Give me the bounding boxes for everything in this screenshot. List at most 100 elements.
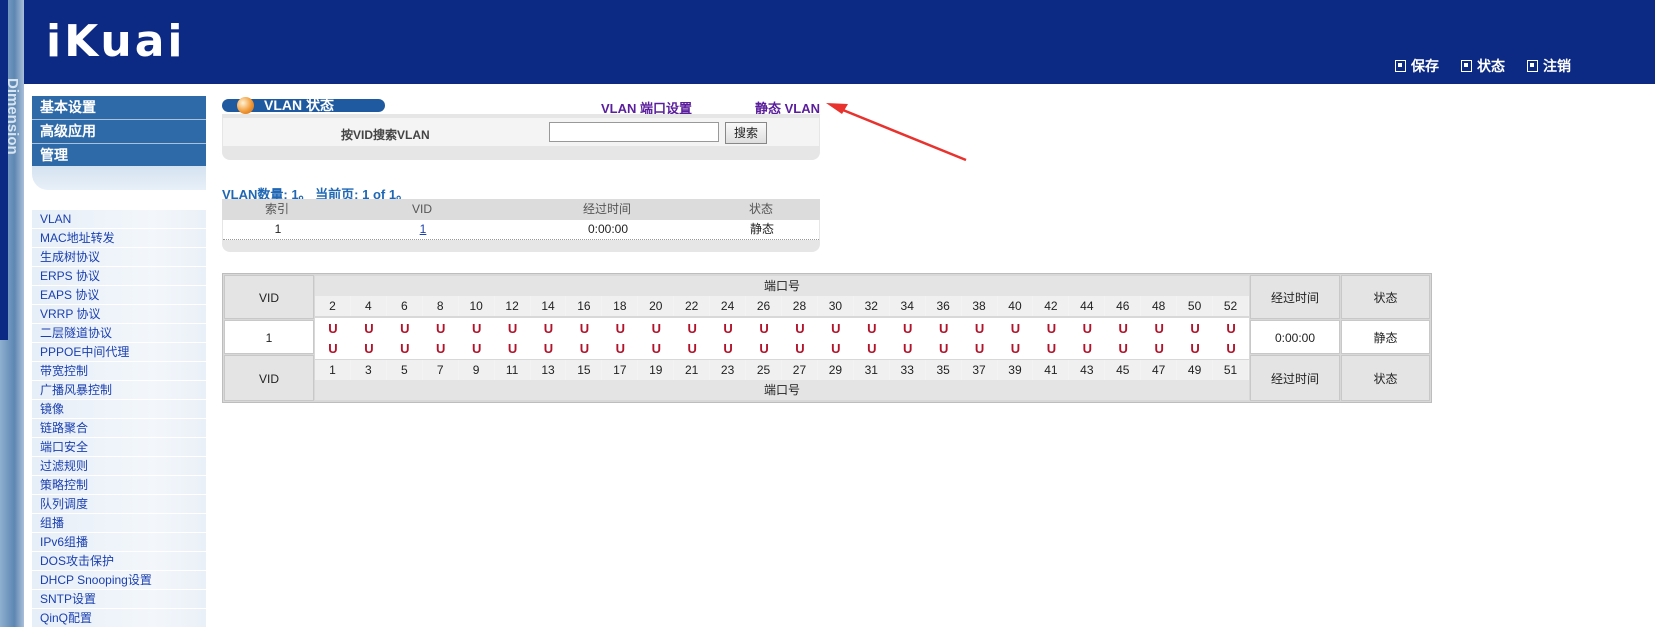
sidebar-item-port-security[interactable]: 端口安全 [32, 438, 206, 457]
sidebar-item-dos[interactable]: DOS攻击保护 [32, 552, 206, 571]
vid-header-bottom: VID [224, 355, 314, 401]
untagged-flag: U [364, 321, 374, 336]
state-header-top: 状态 [1341, 275, 1430, 319]
sidebar-item-vlan[interactable]: VLAN [32, 210, 206, 229]
untagged-flag: U [651, 321, 661, 336]
sidebar-item-stp[interactable]: 生成树协议 [32, 248, 206, 267]
port-number: 7 [422, 360, 459, 380]
untagged-flag: U [1226, 321, 1236, 336]
sidebar-item-ipv6-multicast[interactable]: IPv6组播 [32, 533, 206, 552]
sidebar-item-filter-rules[interactable]: 过滤规则 [32, 457, 206, 476]
vlan-list-header: 索引 VID 经过时间 状态 [222, 199, 820, 220]
port-number: 44 [1069, 296, 1106, 316]
untagged-flag: U [903, 341, 913, 356]
sidebar-item-pppoe-proxy[interactable]: PPPOE中间代理 [32, 343, 206, 362]
port-number: 18 [602, 296, 639, 316]
save-icon [1395, 60, 1406, 72]
sidebar-item-erps[interactable]: ERPS 协议 [32, 267, 206, 286]
search-label: 按VID搜索VLAN [341, 128, 430, 142]
port-number: 25 [746, 360, 782, 380]
untagged-flag: U [543, 321, 554, 336]
untagged-flag: U [1046, 321, 1057, 336]
header-state: 状态 [748, 202, 773, 216]
port-number: 48 [1141, 296, 1178, 316]
untagged-flag: U [831, 341, 841, 356]
port-number: 38 [961, 296, 998, 316]
sidebar-item-link-aggregation[interactable]: 链路聚合 [32, 419, 206, 438]
menu-basic-settings[interactable]: 基本设置 [32, 96, 206, 120]
port-number: 46 [1105, 296, 1142, 316]
header-elapsed: 经过时间 [582, 202, 631, 216]
vid-search-input[interactable] [549, 122, 719, 142]
vid-link[interactable]: 1 [420, 222, 427, 236]
sidebar-item-mirror[interactable]: 镜像 [32, 400, 206, 419]
untagged-flag: U [615, 321, 626, 336]
menu-management[interactable]: 管理 [32, 144, 206, 168]
sidebar-item-l2-tunnel[interactable]: 二层隧道协议 [32, 324, 206, 343]
status-button[interactable]: 状态 [1461, 56, 1505, 76]
brand-strip: Dimension [0, 0, 24, 627]
untagged-flag: U [867, 321, 877, 336]
untagged-flag: U [507, 341, 518, 356]
port-number: 5 [386, 360, 423, 380]
sidebar-item-queue[interactable]: 队列调度 [32, 495, 206, 514]
row-index: 1 [274, 222, 282, 236]
untagged-flag: U [974, 341, 985, 356]
sidebar-item-dhcp-snooping[interactable]: DHCP Snooping设置 [32, 571, 206, 590]
port-membership-table: VID 1 VID 端口号 2 4 6 8 10 12 14 16 18 20 22 24 26 28 30… [222, 273, 1432, 403]
untagged-flag: U [615, 341, 626, 356]
untagged-flag: U [436, 341, 446, 356]
sidebar-item-multicast[interactable]: 组播 [32, 514, 206, 533]
untagged-flag: U [759, 341, 769, 356]
search-button[interactable]: 搜索 [725, 122, 767, 144]
status-icon [1461, 60, 1472, 72]
untagged-flag: U [1226, 341, 1236, 356]
port-number: 13 [530, 360, 567, 380]
port-number: 42 [1033, 296, 1070, 316]
port-number: 22 [674, 296, 711, 316]
port-number: 30 [817, 296, 854, 316]
sidebar-item-policy[interactable]: 策略控制 [32, 476, 206, 495]
port-number: 1 [315, 360, 351, 380]
table-row: 1 1 0:00:00 静态 [223, 220, 819, 240]
menu-bottom-decoration [32, 166, 206, 190]
logout-button[interactable]: 注销 [1527, 56, 1571, 76]
untagged-flag: U [579, 341, 590, 356]
untagged-flag: U [1010, 321, 1021, 336]
port-number: 20 [638, 296, 675, 316]
port-number: 19 [638, 360, 675, 380]
sidebar-item-mac-forward[interactable]: MAC地址转发 [32, 229, 206, 248]
port-number: 26 [746, 296, 782, 316]
sidebar-item-storm-control[interactable]: 广播风暴控制 [32, 381, 206, 400]
brand-strip-dark [0, 0, 8, 340]
state-value: 静态 [1341, 320, 1430, 354]
untagged-flag: U [364, 341, 374, 356]
elapsed-header-bottom: 经过时间 [1250, 355, 1340, 401]
menu-advanced[interactable]: 高级应用 [32, 120, 206, 144]
save-button[interactable]: 保存 [1395, 56, 1439, 76]
port-number: 9 [458, 360, 495, 380]
sidebar-item-bandwidth[interactable]: 带宽控制 [32, 362, 206, 381]
untagged-flag: U [723, 341, 733, 356]
port-number: 47 [1141, 360, 1178, 380]
untagged-flag: U [1190, 341, 1200, 356]
brand-strip-text: Dimension [4, 78, 21, 155]
port-number: 11 [494, 360, 531, 380]
untagged-flag: U [1190, 321, 1200, 336]
sidebar-item-vrrp[interactable]: VRRP 协议 [32, 305, 206, 324]
port-number: 35 [925, 360, 962, 380]
sidebar-item-qinq[interactable]: QinQ配置 [32, 609, 206, 628]
port-number: 39 [997, 360, 1034, 380]
logout-icon [1527, 60, 1538, 72]
port-number: 49 [1177, 360, 1214, 380]
port-number: 23 [710, 360, 747, 380]
untagged-flag: U [1154, 341, 1164, 356]
header-vid: VID [411, 202, 432, 216]
sidebar-item-eaps[interactable]: EAPS 协议 [32, 286, 206, 305]
sidebar-item-sntp[interactable]: SNTP设置 [32, 590, 206, 609]
row-elapsed: 0:00:00 [587, 222, 629, 236]
untagged-flag: U [651, 341, 661, 356]
save-label: 保存 [1411, 58, 1439, 74]
port-number: 28 [781, 296, 818, 316]
port-number: 50 [1177, 296, 1214, 316]
